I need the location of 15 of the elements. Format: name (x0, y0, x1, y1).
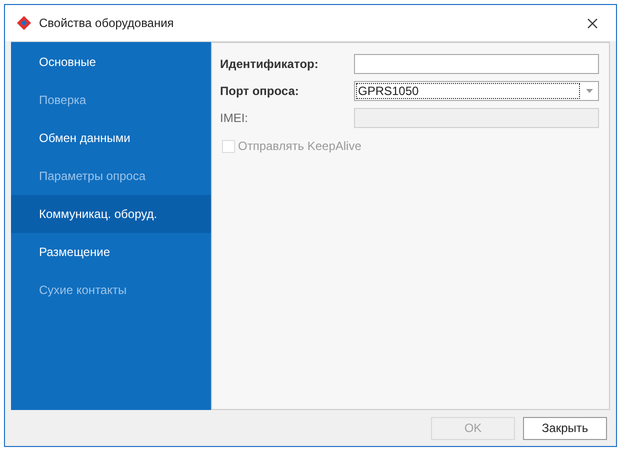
close-icon[interactable] (586, 18, 598, 28)
sidebar-item[interactable]: Обмен данными (11, 119, 211, 157)
checkbox-label: Отправлять KeepAlive (238, 138, 362, 155)
input-field[interactable] (354, 54, 599, 74)
dialog-button[interactable]: Закрыть (523, 416, 607, 440)
field-label: IMEI: (220, 110, 250, 127)
field-label: Порт опроса: (220, 83, 300, 100)
sidebar-item[interactable]: Коммуникац. оборуд. (11, 195, 211, 233)
dropdown[interactable]: GPRS1050 (354, 81, 599, 101)
sidebar-item[interactable]: Размещение (11, 233, 211, 271)
window-title: Свойства оборудования (39, 15, 174, 32)
sidebar-item[interactable]: Основные (11, 43, 211, 81)
field-label: Идентификатор: (220, 56, 320, 73)
caret-icon[interactable] (586, 89, 593, 93)
diamond-logo-icon (17, 16, 31, 30)
